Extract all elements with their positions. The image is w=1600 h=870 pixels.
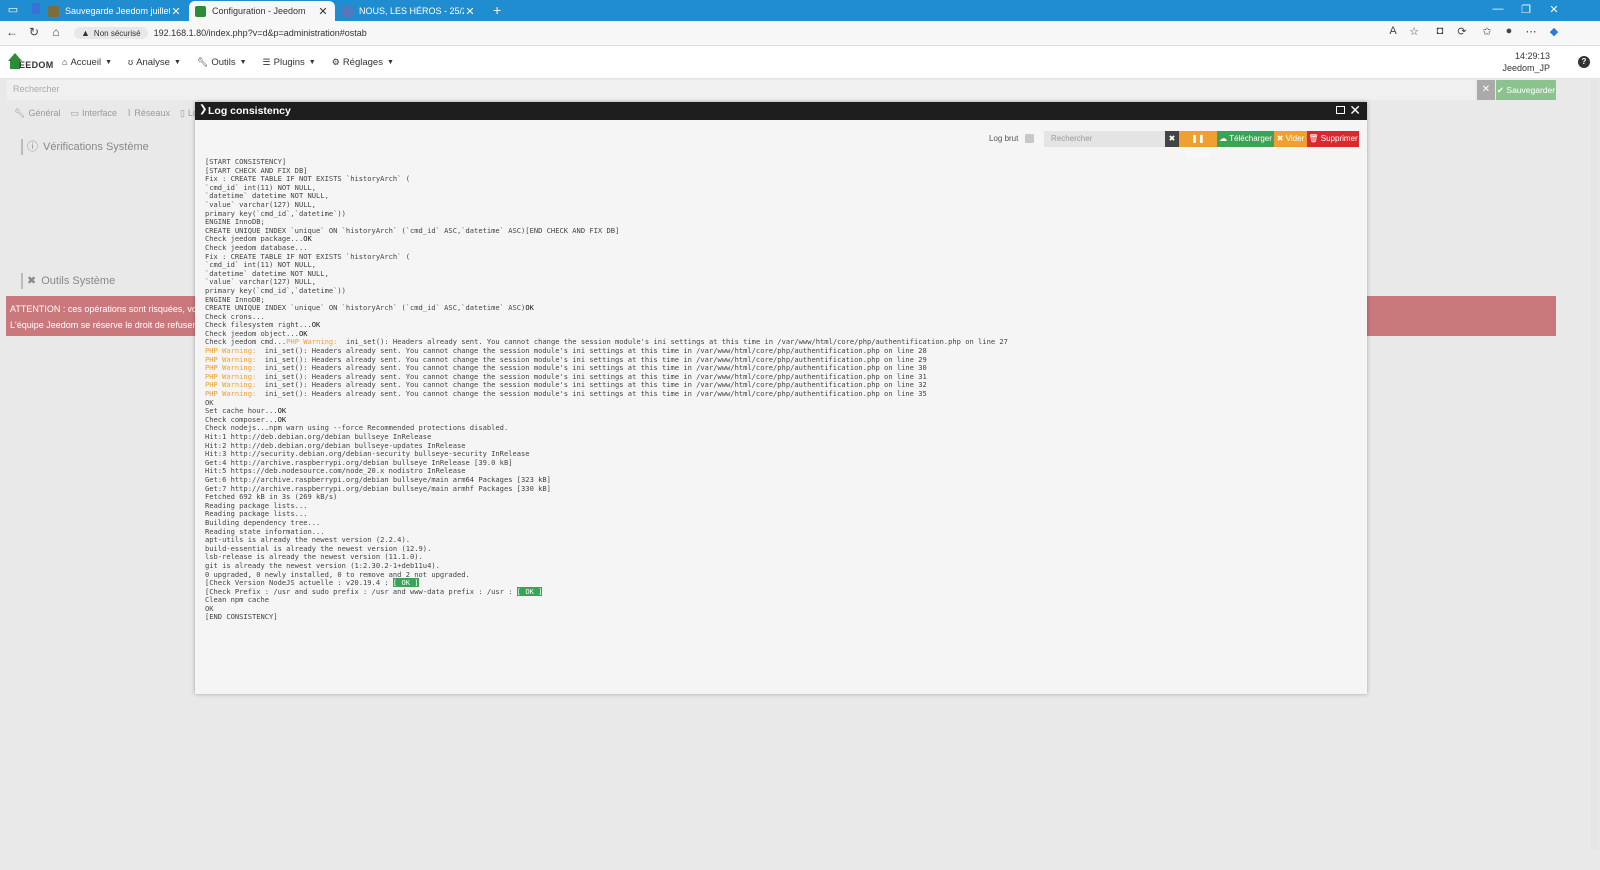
log-line: Clean npm cache <box>205 595 270 605</box>
close-window-icon[interactable]: ✕ <box>1546 3 1562 16</box>
times-icon: ✖ <box>1276 134 1284 143</box>
site-favicon-icon <box>342 5 353 17</box>
delete-log-button[interactable]: 🗑︎ Supprimer <box>1307 131 1359 147</box>
url-field[interactable]: ▲ Non sécurisé 192.168.1.80/index.php?v=d… <box>74 24 367 42</box>
log-search-input[interactable]: Rechercher <box>1044 131 1165 147</box>
log-brut-checkbox[interactable] <box>1025 134 1034 143</box>
restore-window-icon[interactable]: ❐ <box>1518 3 1534 16</box>
pause-button[interactable]: ❚❚ Pause <box>1179 131 1217 159</box>
menu-outils[interactable]: 🔧︎ Outils ▼ <box>197 57 247 68</box>
close-tab-icon[interactable]: ✕ <box>317 5 329 18</box>
favorite-star-icon[interactable]: ☆ <box>1407 25 1421 38</box>
save-button[interactable]: ✔ Sauvegarder <box>1496 80 1556 100</box>
download-button[interactable]: ☁ Télécharger <box>1217 131 1274 147</box>
close-icon[interactable]: ✕ <box>1349 103 1361 117</box>
browser-tab-bar: ▭ Sauvegarde Jeedom juillet 2025 - ✕ Con… <box>0 0 1600 21</box>
chevron-right-icon: ❯ <box>199 104 208 115</box>
url-text: 192.168.1.80/index.php?v=d&p=administrat… <box>153 28 367 38</box>
app-navbar: EEDOM ⌂ Accueil ▼ ʊ Analyse ▼ 🔧︎ Outils ▼ ☰ Plu… <box>0 46 1600 79</box>
refresh-icon[interactable]: ↻ <box>27 25 41 39</box>
modal-title: Log consistency <box>208 105 291 117</box>
close-tab-icon[interactable]: ✕ <box>170 5 182 18</box>
home-icon[interactable]: ⌂ <box>49 25 63 39</box>
security-badge[interactable]: ▲ Non sécurisé <box>74 27 148 39</box>
maximize-icon[interactable] <box>1336 106 1345 114</box>
sync-icon[interactable]: ⟳ <box>1455 25 1469 38</box>
jeedom-favicon-icon <box>48 5 59 17</box>
config-tabs: 🔧︎ Général ▭ Interface ⌇ Réseaux ▯ Lo <box>14 108 208 119</box>
minimize-window-icon[interactable]: — <box>1490 3 1506 15</box>
modal-header[interactable]: ❯ Log consistency ✕ <box>195 102 1367 120</box>
pause-icon: ❚❚ <box>1191 134 1205 143</box>
new-tab-icon[interactable]: + <box>493 2 501 18</box>
wrench-icon: 🔧︎ <box>196 56 209 67</box>
home-icon: ⌂ <box>62 57 68 67</box>
help-icon[interactable]: ? <box>1578 56 1590 68</box>
log-line: PHP Warning: ini_set(): Headers already … <box>205 389 927 399</box>
caret-down-icon: ▼ <box>308 58 316 66</box>
log-consistency-modal: ❯ Log consistency ✕ Log brut Rechercher … <box>195 102 1367 694</box>
tools-icon: ✖ <box>27 275 37 287</box>
pinned-tab-icon[interactable] <box>29 3 43 17</box>
rss-icon: ⌇ <box>127 108 132 118</box>
clock: 14:29:13 Jeedom_JP <box>1502 50 1550 74</box>
page-scrollbar[interactable] <box>1591 80 1599 850</box>
info-circle-icon: ⓘ <box>27 141 38 153</box>
desktop-icon: ▭ <box>70 108 79 118</box>
section-outils: ✖ Outils Système <box>21 273 115 289</box>
tab-title: Sauvegarde Jeedom juillet 2025 - <box>65 6 170 16</box>
gear-icon: ⚙ <box>331 56 340 67</box>
clock-time: 14:29:13 <box>1514 51 1550 61</box>
tab-reseaux[interactable]: ⌇ Réseaux <box>127 108 170 119</box>
log-output[interactable]: [START CONSISTENCY] [START CHECK AND FIX… <box>205 157 1008 622</box>
tab-title: Configuration - Jeedom <box>212 6 306 16</box>
jeedom-favicon-icon <box>195 5 206 17</box>
browser-tab-configuration[interactable]: Configuration - Jeedom ✕ <box>189 1 335 21</box>
profile-avatar-icon[interactable]: ● <box>1502 25 1516 37</box>
clear-log-button[interactable]: ✖ Vider <box>1274 131 1307 147</box>
clear-search-button[interactable]: ✖ <box>1165 131 1179 147</box>
analysis-icon: ʊ <box>128 57 134 67</box>
caret-down-icon: ▼ <box>239 58 247 66</box>
cloud-download-icon: ☁ <box>1219 134 1228 143</box>
log-toolbar: Log brut Rechercher ✖ ❚❚ Pause ☁ Télécha… <box>195 131 1359 159</box>
favorites-icon[interactable]: ✩ <box>1480 25 1494 38</box>
user-name[interactable]: Jeedom_JP <box>1502 62 1550 74</box>
menu-accueil[interactable]: ⌂ Accueil ▼ <box>62 57 112 68</box>
caret-down-icon: ▼ <box>173 58 181 66</box>
menu-analyse[interactable]: ʊ Analyse ▼ <box>128 57 181 68</box>
menu-plugins[interactable]: ☰ Plugins ▼ <box>263 57 316 68</box>
main-menu: ⌂ Accueil ▼ ʊ Analyse ▼ 🔧︎ Outils ▼ ☰ Plugins ▼ … <box>62 46 410 78</box>
trash-icon: 🗑︎ <box>1308 134 1319 143</box>
tab-title: NOUS, LES HÉROS - 25/26 - La C <box>359 6 464 16</box>
warning-icon: ▲ <box>81 28 90 38</box>
browser-address-bar: ← ↻ ⌂ ▲ Non sécurisé 192.168.1.80/index.p… <box>0 21 1600 46</box>
copilot-icon[interactable]: ◆ <box>1547 25 1561 38</box>
browser-tab-sauvegarde[interactable]: Sauvegarde Jeedom juillet 2025 - ✕ <box>42 1 188 21</box>
more-options-icon[interactable]: ⋯ <box>1524 25 1538 38</box>
reset-search-button[interactable]: ✕ <box>1477 80 1495 100</box>
back-icon[interactable]: ← <box>5 25 19 39</box>
extension-icon[interactable]: ◘ <box>1433 25 1447 37</box>
caret-down-icon: ▼ <box>386 58 394 66</box>
close-tab-icon[interactable]: ✕ <box>464 5 476 18</box>
tab-interface[interactable]: ▭ Interface <box>70 108 117 119</box>
section-verifications: ⓘ Vérifications Système <box>21 139 149 155</box>
caret-down-icon: ▼ <box>105 58 112 66</box>
list-icon: ☰ <box>262 56 271 67</box>
page-search-input[interactable]: Rechercher <box>7 80 1475 100</box>
file-icon: ▯ <box>179 108 185 118</box>
log-line: [END CONSISTENCY] <box>205 612 278 622</box>
jeedom-logo[interactable]: EEDOM <box>6 50 53 74</box>
log-brut-label: Log brut <box>989 134 1019 143</box>
menu-reglages[interactable]: ⚙ Réglages ▼ <box>332 57 394 68</box>
read-aloud-icon[interactable]: A <box>1386 25 1400 37</box>
browser-tab-heros[interactable]: NOUS, LES HÉROS - 25/26 - La C ✕ <box>336 1 482 21</box>
tab-actions-icon[interactable]: ▭ <box>6 3 20 17</box>
wrench-icon: 🔧︎ <box>14 108 26 118</box>
tab-general[interactable]: 🔧︎ Général <box>14 108 60 119</box>
